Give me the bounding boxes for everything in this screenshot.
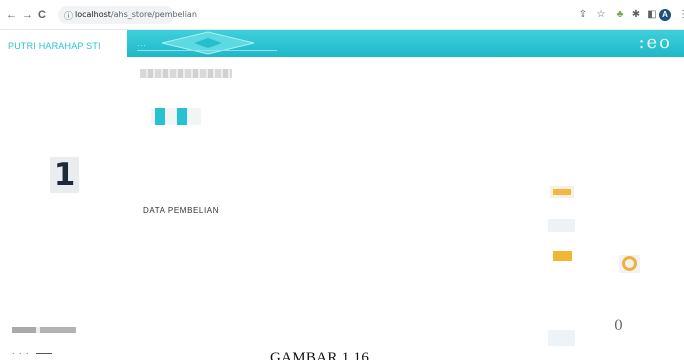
toggle-bar-left[interactable] (155, 108, 165, 125)
puzzle-icon[interactable]: ✱ (630, 9, 642, 21)
warning-chip (553, 251, 572, 261)
info-chip (548, 219, 575, 232)
status-badge-fill (553, 189, 571, 195)
footer-line (36, 353, 52, 354)
footer-dots: . . . (12, 346, 30, 356)
status-badge (550, 186, 574, 198)
reload-icon[interactable]: C (38, 8, 46, 22)
footer-bar (12, 327, 76, 333)
forward-icon[interactable]: → (22, 8, 33, 22)
counter-value: 1 (50, 157, 79, 193)
breadcrumb (140, 69, 232, 78)
sidebar-brand[interactable]: PUTRI HARAHAP STI (8, 41, 101, 51)
url-text: localhost/ahs_store/pembelian (75, 10, 197, 19)
header-banner-icon (161, 31, 255, 55)
circle-button[interactable] (619, 255, 640, 273)
page-title: DATA PEMBELIAN (143, 206, 220, 215)
sidebar-icon[interactable]: ◧ (646, 9, 658, 21)
header-dots: ... (137, 39, 147, 48)
share-icon[interactable]: ⇪ (577, 9, 589, 21)
header-logo[interactable]: :eo (638, 32, 672, 53)
toggle-bar-right[interactable] (177, 108, 187, 125)
top-header: ... :eo (127, 30, 684, 57)
right-glyph: 0 (614, 318, 623, 334)
back-icon[interactable]: ← (6, 8, 17, 22)
profile-icon[interactable]: A (659, 9, 671, 21)
menu-icon[interactable]: ⋮ (677, 9, 684, 21)
browser-toolbar: ← → C ⓘ localhost/ahs_store/pembelian ⇪ … (0, 0, 684, 30)
url-path: /ahs_store/pembelian (110, 10, 197, 19)
figure-caption: GAMBAR 1.16 (270, 350, 370, 360)
toggle-group[interactable] (151, 108, 201, 125)
url-host: localhost (75, 10, 111, 19)
star-icon[interactable]: ☆ (595, 9, 607, 21)
site-info-icon[interactable]: ⓘ (64, 9, 73, 22)
circle-icon (622, 256, 637, 271)
light-chip (548, 330, 575, 346)
extension-icon[interactable]: ♣ (614, 9, 626, 21)
header-underline (137, 50, 277, 51)
address-bar[interactable]: ⓘ localhost/ahs_store/pembelian (58, 6, 197, 24)
